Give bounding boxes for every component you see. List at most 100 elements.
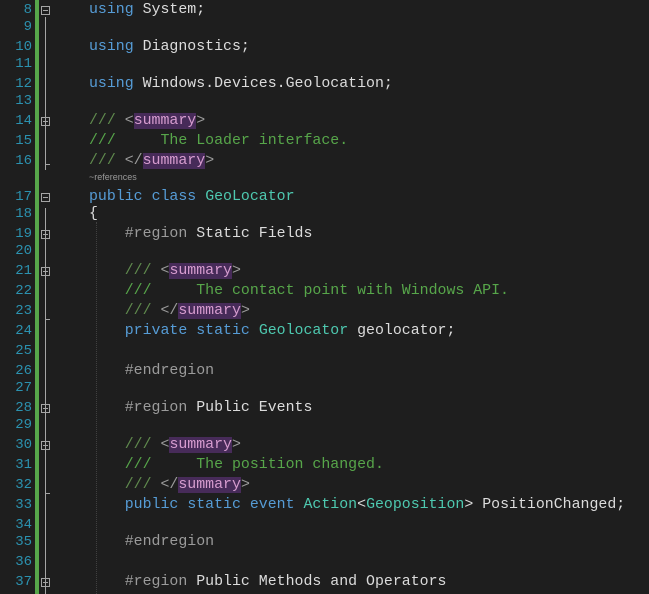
code-text[interactable]: #region Public Methods and Operators [89, 572, 447, 592]
code-text[interactable]: private static Geolocator geolocator; [89, 321, 456, 341]
code-token: </ [160, 477, 179, 493]
code-token: #region [124, 574, 188, 590]
code-text[interactable]: /// </summary> [89, 475, 250, 495]
code-text[interactable]: public static event Action<Geoposition> … [89, 495, 625, 515]
code-text[interactable]: #endregion [89, 532, 214, 552]
code-token: /// [124, 477, 161, 493]
code-token: summary [169, 263, 232, 279]
code-text[interactable]: /// <summary> [89, 435, 241, 455]
line-number: 9 [23, 19, 32, 35]
code-text[interactable]: /// The Loader interface. [89, 131, 348, 151]
code-token: summary [142, 153, 206, 169]
line-number: 24 [15, 323, 32, 339]
code-token: private [124, 323, 188, 339]
line-number: 20 [15, 243, 32, 259]
code-token: </ [124, 153, 143, 169]
code-editor[interactable]: ~references 8 using System; 9 10 using Diagn… [0, 0, 649, 594]
fold-end-marker [45, 319, 50, 320]
line-number: 15 [15, 133, 32, 149]
line-number: 25 [15, 343, 32, 359]
code-token: /// The Loader interface. [89, 133, 349, 149]
code-text[interactable]: /// </summary> [89, 301, 250, 321]
code-text[interactable]: #region Static Fields [89, 224, 313, 244]
fold-end-marker [45, 493, 50, 494]
code-token: > [240, 303, 250, 319]
code-token: > [232, 263, 241, 279]
code-text[interactable]: /// <summary> [89, 261, 241, 281]
code-token: < [124, 113, 134, 129]
line-number: 29 [15, 417, 32, 433]
code-text[interactable]: { [89, 204, 98, 224]
collapse-region-icon[interactable] [41, 193, 50, 202]
code-token: /// [89, 113, 125, 129]
line-number: 36 [15, 554, 32, 570]
code-token: > [205, 153, 215, 169]
code-text[interactable]: public class GeoLocator [89, 187, 295, 207]
code-token: > PositionChanged; [464, 497, 626, 513]
code-token: public [124, 497, 179, 513]
line-number: 37 [15, 574, 32, 590]
code-text[interactable]: using Diagnostics; [89, 37, 250, 57]
code-token: Action [303, 497, 358, 513]
line-number: 18 [15, 206, 32, 222]
code-text[interactable]: /// </summary> [89, 151, 214, 171]
code-token: Static Fields [187, 226, 313, 242]
code-token: Geoposition [366, 497, 465, 513]
code-token: summary [178, 303, 241, 319]
code-token: Public Events [187, 400, 313, 416]
code-text[interactable]: /// The position changed. [89, 455, 384, 475]
line-number: 35 [15, 534, 32, 550]
line-number: 11 [15, 56, 32, 72]
code-token: #endregion [124, 363, 215, 379]
line-number: 32 [15, 477, 32, 493]
code-token: Windows.Devices.Geolocation; [133, 76, 393, 92]
line-number: 23 [15, 303, 32, 319]
code-token: public [89, 189, 143, 205]
code-token: Public Methods and Operators [187, 574, 447, 590]
fold-end-marker [45, 164, 50, 165]
code-token: static [196, 323, 250, 339]
line-number: 33 [15, 497, 32, 513]
code-token: using [89, 2, 134, 18]
line-number: 16 [15, 153, 32, 169]
collapse-region-icon[interactable] [41, 6, 50, 15]
code-token: #region [124, 400, 188, 416]
code-token: using [89, 76, 134, 92]
code-text[interactable]: #endregion [89, 361, 214, 381]
code-text[interactable]: using System; [89, 0, 205, 20]
code-token: class [151, 189, 197, 205]
fold-guide-line [45, 208, 46, 594]
code-text[interactable]: /// The contact point with Windows API. [89, 281, 509, 301]
code-token: event [249, 497, 295, 513]
line-number: 14 [15, 113, 32, 129]
code-text[interactable]: using Windows.Devices.Geolocation; [89, 74, 393, 94]
code-token: geolocator; [348, 323, 456, 339]
code-token: /// The contact point with Windows API. [124, 283, 509, 299]
code-token: < [357, 497, 367, 513]
indent-guide [96, 222, 97, 594]
code-token: GeoLocator [205, 189, 295, 205]
line-number: 31 [15, 457, 32, 473]
codelens-references[interactable]: ~references [89, 172, 137, 183]
code-token: summary [178, 477, 241, 493]
code-text[interactable]: #region Public Events [89, 398, 313, 418]
code-text[interactable]: /// <summary> [89, 111, 205, 131]
code-token: </ [160, 303, 179, 319]
line-number: 13 [15, 93, 32, 109]
